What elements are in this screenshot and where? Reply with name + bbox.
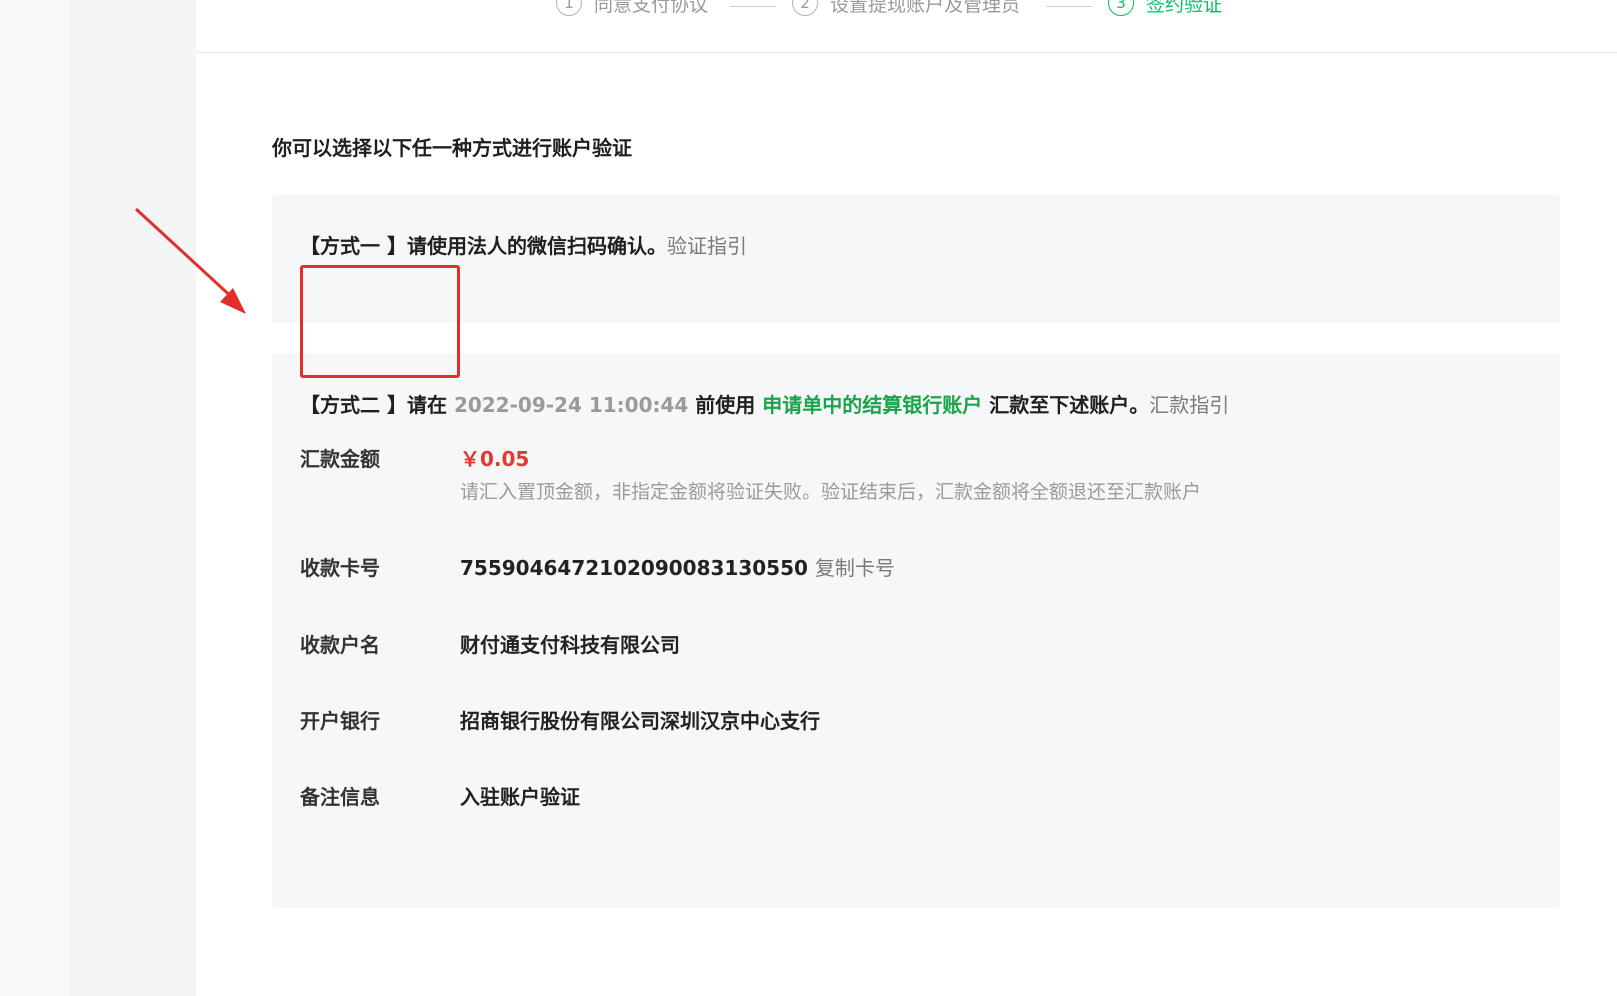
method-two-prefix: 【方式二 】请在 [300, 393, 454, 417]
step-label: 设置提现账户及管理员 [830, 0, 1021, 16]
remark-value: 入驻账户验证 [460, 785, 580, 809]
method-two-suffix: 汇款至下述账户。 [982, 393, 1150, 417]
step-number: 3 [1108, 0, 1134, 16]
annotation-highlight-box [300, 265, 460, 378]
copy-card-button[interactable]: 复制卡号 [815, 556, 895, 580]
card-number-label: 收款卡号 [300, 556, 380, 580]
step-label: 签约验证 [1146, 0, 1223, 16]
method-one-title: 【方式一 】请使用法人的微信扫码确认。验证指引 [300, 230, 747, 259]
amount-value: ￥0.05 [460, 447, 530, 471]
remark-label: 备注信息 [300, 785, 380, 809]
verification-intro: 你可以选择以下任一种方式进行账户验证 [272, 136, 632, 160]
annotation-arrow-icon [134, 207, 246, 314]
step-number: 2 [792, 0, 818, 16]
method-two-title: 【方式二 】请在 2022-09-24 11:00:44 前使用 申请单中的结算… [300, 389, 1229, 418]
method-one-text: 【方式一 】请使用法人的微信扫码确认。 [300, 234, 667, 258]
progress-stepper: 1 同意支付协议 2 设置提现账户及管理员 3 签约验证 [196, 0, 1617, 53]
method-two-panel: 【方式二 】请在 2022-09-24 11:00:44 前使用 申请单中的结算… [272, 353, 1560, 908]
bank-value: 招商银行股份有限公司深圳汉京中心支行 [460, 709, 820, 733]
step-withdraw-account[interactable]: 2 设置提现账户及管理员 [792, 0, 1020, 18]
verify-guide-link[interactable]: 验证指引 [667, 234, 747, 258]
account-source-text: 申请单中的结算银行账户 [762, 393, 983, 417]
method-one-panel: 【方式一 】请使用法人的微信扫码确认。验证指引 [272, 195, 1560, 323]
step-sign-verify[interactable]: 3 签约验证 [1108, 0, 1222, 18]
account-name-value: 财付通支付科技有限公司 [460, 633, 680, 657]
step-number: 1 [556, 0, 582, 16]
step-label: 同意支付协议 [594, 0, 709, 16]
amount-hint: 请汇入置顶金额，非指定金额将验证失败。验证结束后，汇款金额将全额退还至汇款账户 [460, 481, 1202, 503]
card-number-value: 7559046472102090083130550 [460, 556, 808, 580]
card-number-value-wrap: 7559046472102090083130550 复制卡号 [460, 552, 895, 581]
step-connector [730, 6, 776, 7]
account-name-label: 收款户名 [300, 633, 380, 657]
bank-label: 开户银行 [300, 709, 380, 733]
main-content: 1 同意支付协议 2 设置提现账户及管理员 3 签约验证 你可以选择以下任一种方… [196, 0, 1617, 996]
step-agree-protocol[interactable]: 1 同意支付协议 [556, 0, 708, 18]
deadline-text: 2022-09-24 11:00:44 [453, 393, 689, 417]
method-two-mid: 前使用 [688, 393, 763, 417]
amount-label: 汇款金额 [300, 447, 380, 471]
step-connector [1046, 6, 1092, 7]
remit-guide-link[interactable]: 汇款指引 [1149, 393, 1229, 417]
